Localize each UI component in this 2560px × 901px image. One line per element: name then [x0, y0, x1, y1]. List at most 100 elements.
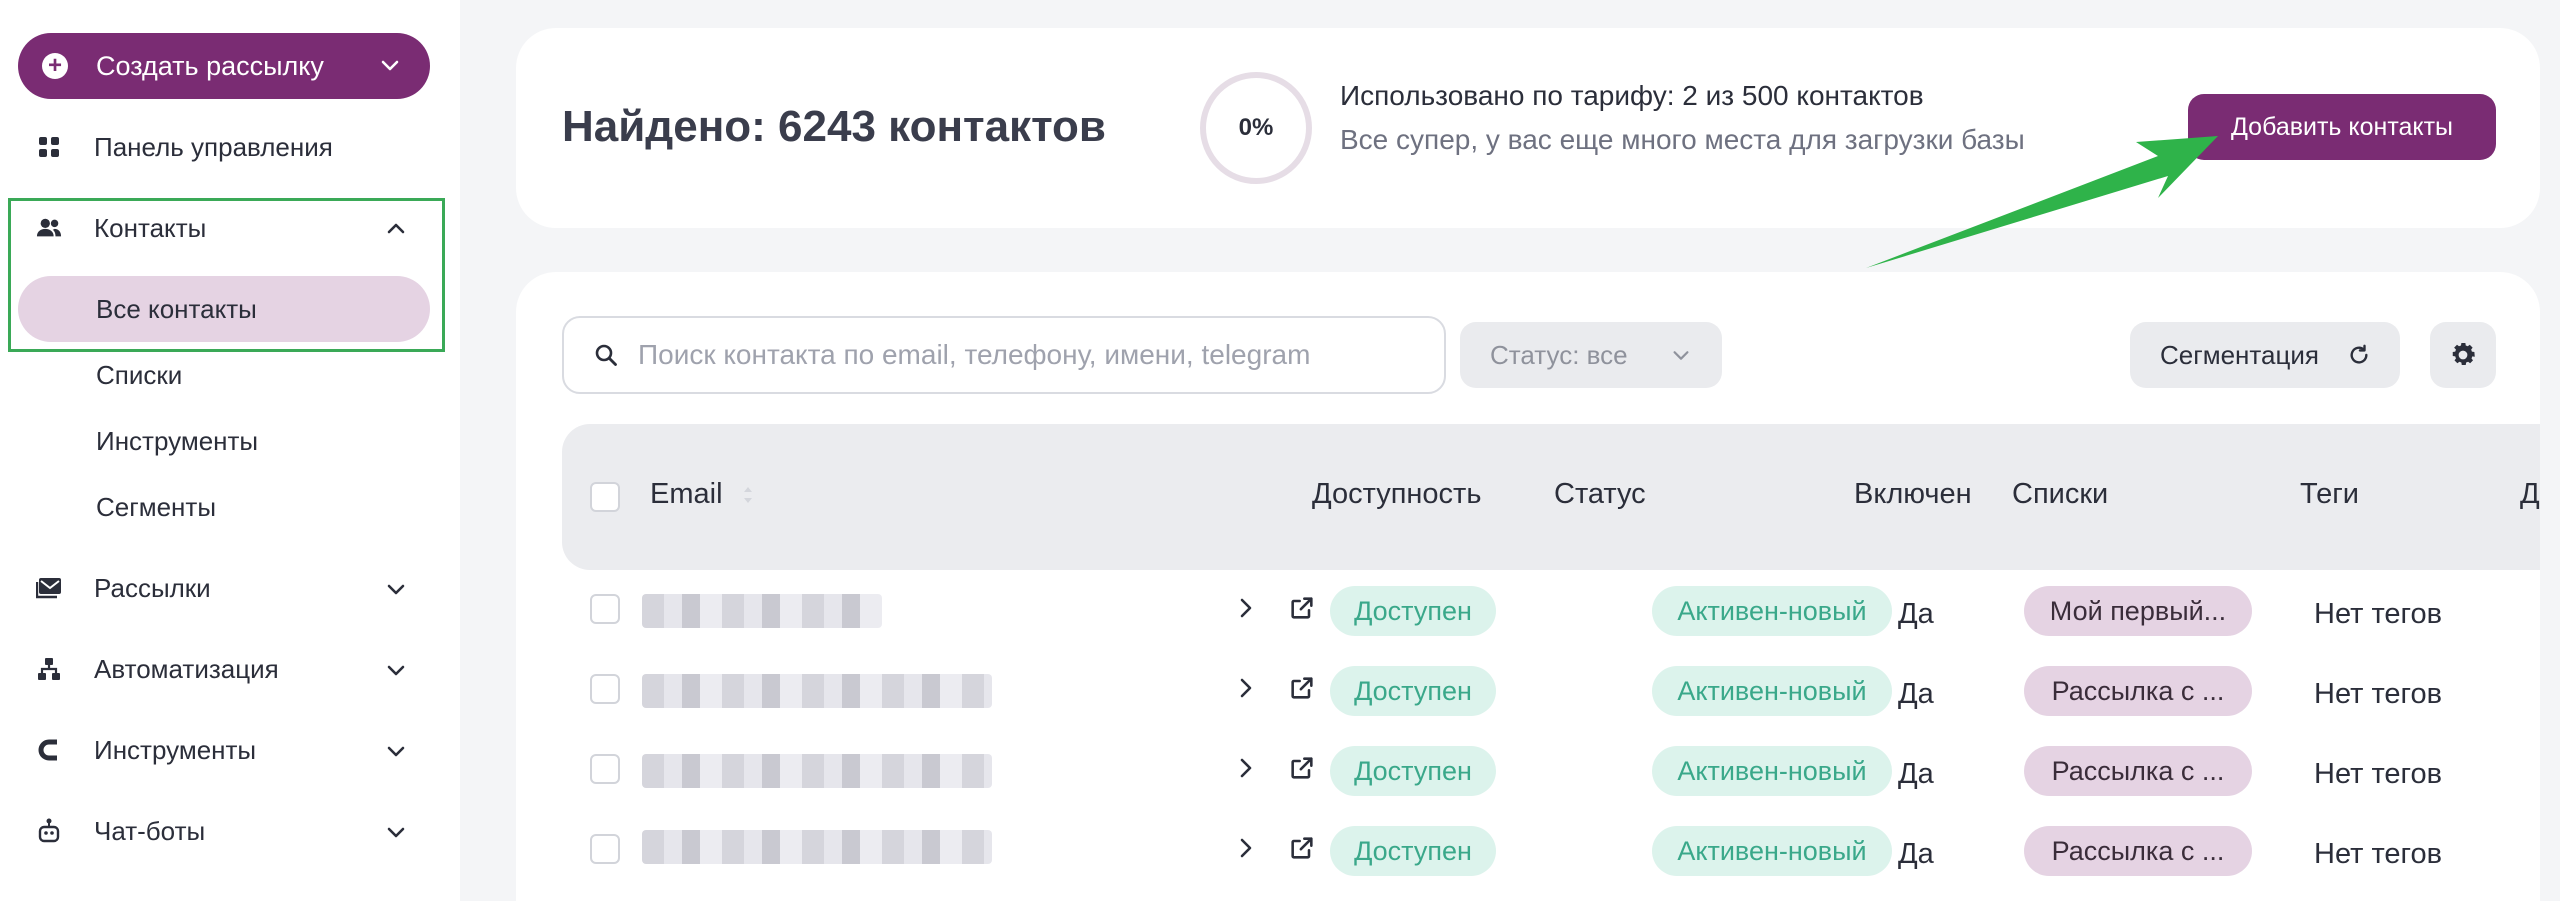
chevron-down-icon: [1673, 351, 1689, 360]
availability-badge: Доступен: [1330, 746, 1496, 796]
robot-icon: [36, 818, 62, 844]
email-redacted: [642, 754, 992, 788]
plus-icon: +: [42, 53, 68, 79]
chevron-right-icon[interactable]: [1234, 834, 1258, 862]
column-email-label: Email: [650, 478, 723, 510]
search-icon: [595, 344, 617, 366]
segmentation-label: Сегментация: [2160, 339, 2319, 370]
row-checkbox[interactable]: [590, 754, 620, 784]
enabled-value: Да: [1898, 678, 1934, 710]
usage-percent: 0%: [1238, 114, 1274, 141]
chevron-down-icon: [381, 60, 399, 71]
dashboard-icon: [36, 134, 62, 160]
sidebar-item-automation[interactable]: Автоматизация: [36, 644, 426, 694]
column-email[interactable]: Email: [650, 478, 755, 511]
table-row[interactable]: Доступен Активен-новый Да Мой первый... …: [562, 570, 2540, 650]
external-link-icon[interactable]: [1288, 834, 1316, 862]
availability-badge: Доступен: [1330, 826, 1496, 876]
sort-icon: [743, 487, 752, 504]
table-row[interactable]: Доступен Активен-новый Да Рассылка с ...…: [562, 810, 2540, 890]
mail-icon: [36, 575, 62, 601]
contacts-summary-card: Найдено: 6243 контактов 0% Использовано …: [516, 28, 2540, 228]
sidebar: + Создать рассылку Панель управления Кон…: [0, 0, 460, 901]
list-badge[interactable]: Рассылка с ...: [2024, 746, 2252, 796]
row-checkbox[interactable]: [590, 834, 620, 864]
column-status[interactable]: Статус: [1554, 478, 1646, 511]
table-row[interactable]: Доступен Активен-новый Да Рассылка с ...…: [562, 650, 2540, 730]
refresh-icon: [2350, 344, 2368, 364]
sidebar-item-label: Контакты: [94, 212, 207, 243]
list-badge[interactable]: Рассылка с ...: [2024, 666, 2252, 716]
status-badge: Активен-новый: [1652, 666, 1892, 716]
row-checkbox[interactable]: [590, 594, 620, 624]
sidebar-item-all-contacts[interactable]: Все контакты: [18, 276, 430, 342]
enabled-value: Да: [1898, 758, 1934, 790]
sidebar-item-tools-sub[interactable]: Инструменты: [96, 416, 258, 466]
status-badge: Активен-новый: [1652, 826, 1892, 876]
usage-hint: Все супер, у вас еще много места для заг…: [1340, 124, 2025, 155]
sidebar-item-segments[interactable]: Сегменты: [96, 482, 216, 532]
column-tags[interactable]: Теги: [2300, 478, 2359, 511]
tags-value: Нет тегов: [2314, 678, 2443, 710]
column-enabled[interactable]: Включен: [1854, 478, 1972, 511]
email-redacted: [642, 830, 992, 864]
users-icon: [36, 215, 62, 241]
sidebar-item-label: Чат-боты: [94, 815, 206, 846]
tags-value: Нет тегов: [2314, 598, 2443, 630]
chevron-right-icon[interactable]: [1234, 674, 1258, 702]
enabled-value: Да: [1898, 838, 1934, 870]
sidebar-item-label: Все контакты: [96, 293, 257, 324]
external-link-icon[interactable]: [1288, 594, 1316, 622]
magnet-icon: [36, 737, 62, 763]
list-badge[interactable]: Рассылка с ...: [2024, 826, 2252, 876]
email-redacted: [642, 594, 882, 628]
hierarchy-icon: [36, 656, 62, 682]
contacts-table-card: Статус: все Сегментация Email Доступност…: [516, 272, 2540, 901]
list-badge[interactable]: Мой первый...: [2024, 586, 2252, 636]
availability-badge: Доступен: [1330, 666, 1496, 716]
sidebar-item-lists[interactable]: Списки: [96, 350, 182, 400]
status-badge: Активен-новый: [1652, 586, 1892, 636]
chevron-down-icon: [387, 746, 405, 757]
chevron-down-icon: [387, 584, 405, 595]
search-input[interactable]: [638, 339, 1398, 371]
chevron-right-icon[interactable]: [1234, 754, 1258, 782]
sidebar-item-tools[interactable]: Инструменты: [36, 725, 426, 775]
sidebar-item-label: Панель управления: [94, 131, 333, 162]
external-link-icon[interactable]: [1288, 674, 1316, 702]
search-box: [562, 316, 1446, 394]
create-mailing-button[interactable]: + Создать рассылку: [18, 33, 430, 99]
sidebar-item-label: Инструменты: [94, 734, 257, 765]
enabled-value: Да: [1898, 598, 1934, 630]
add-contacts-button[interactable]: Добавить контакты: [2188, 94, 2496, 160]
tags-value: Нет тегов: [2314, 838, 2443, 870]
column-availability[interactable]: Доступность: [1312, 478, 1481, 511]
sidebar-item-dashboard[interactable]: Панель управления: [36, 122, 426, 172]
availability-badge: Доступен: [1330, 586, 1496, 636]
table-header: Email Доступность Статус Включен Списки …: [562, 424, 2540, 570]
create-mailing-label: Создать рассылку: [96, 50, 324, 81]
chevron-up-icon: [387, 223, 405, 234]
sidebar-item-label: Рассылки: [94, 572, 211, 603]
status-badge: Активен-новый: [1652, 746, 1892, 796]
chevron-down-icon: [387, 827, 405, 838]
row-checkbox[interactable]: [590, 674, 620, 704]
status-filter-dropdown[interactable]: Статус: все: [1460, 322, 1722, 388]
sidebar-item-mailings[interactable]: Рассылки: [36, 563, 426, 613]
sidebar-item-contacts[interactable]: Контакты: [36, 203, 426, 253]
column-lists[interactable]: Списки: [2012, 478, 2108, 511]
sidebar-item-label: Автоматизация: [94, 653, 279, 684]
add-contacts-label: Добавить контакты: [2230, 112, 2454, 141]
page-title: Найдено: 6243 контактов: [562, 102, 1106, 151]
chevron-right-icon[interactable]: [1234, 594, 1258, 622]
tags-value: Нет тегов: [2314, 758, 2443, 790]
external-link-icon[interactable]: [1288, 754, 1316, 782]
chevron-down-icon: [387, 665, 405, 676]
gear-icon: [2452, 343, 2475, 365]
select-all-checkbox[interactable]: [590, 482, 620, 512]
sidebar-item-chatbots[interactable]: Чат-боты: [36, 806, 426, 856]
table-row[interactable]: Доступен Активен-новый Да Рассылка с ...…: [562, 730, 2540, 810]
column-extra[interactable]: Д: [2520, 478, 2540, 511]
table-settings-button[interactable]: [2430, 322, 2496, 388]
segmentation-button[interactable]: Сегментация: [2130, 322, 2400, 388]
